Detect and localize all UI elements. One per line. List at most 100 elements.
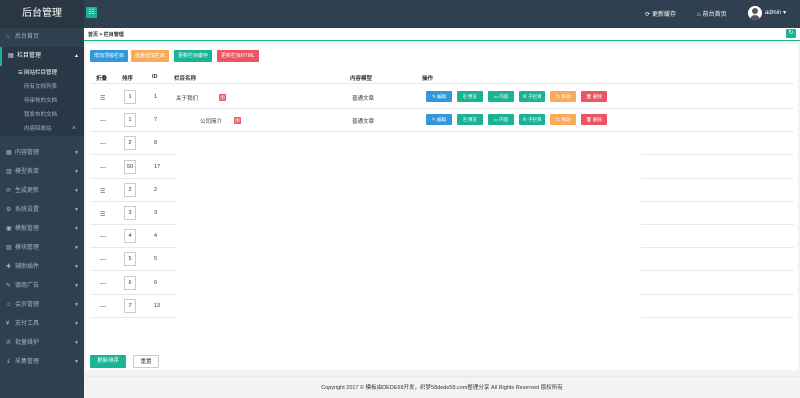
- sidebar-item[interactable]: ▦ 内容管理 ▼: [0, 144, 84, 163]
- sidebar-subitem[interactable]: 待审核的文档: [0, 94, 84, 108]
- col-id-header: ID: [152, 74, 158, 80]
- category-tag: 图: [219, 94, 226, 101]
- col-name-header: 栏目名称: [174, 76, 197, 82]
- category-id: 17: [154, 163, 161, 170]
- preview-button[interactable]: ⎘ 预览: [457, 114, 483, 126]
- home-icon: ⌂: [697, 12, 701, 18]
- col-model-header: 内容模型: [350, 76, 373, 82]
- sidebar-subitem[interactable]: 内容回收站 ×: [0, 122, 84, 136]
- sidebar-subitem[interactable]: ☰网站栏目管理: [0, 66, 84, 80]
- sidebar-item[interactable]: ▥ 模型表单 ▼: [0, 163, 84, 182]
- delete-button[interactable]: 🗑 删除: [581, 91, 607, 102]
- action-label: 内容: [499, 117, 509, 123]
- dash-icon[interactable]: —: [100, 165, 106, 171]
- expand-icon[interactable]: ☰: [100, 211, 105, 218]
- order-input[interactable]: 50: [124, 159, 136, 174]
- sidebar-item-label: 后台首页: [15, 34, 40, 40]
- chevron-down-icon: ▼: [74, 245, 79, 251]
- sidebar-item[interactable]: ¥ 支付工具 ▼: [0, 315, 84, 334]
- order-input[interactable]: 6: [124, 275, 136, 290]
- dash-icon[interactable]: —: [100, 234, 106, 240]
- preview-button[interactable]: ⎘ 预览: [457, 91, 483, 102]
- content-button[interactable]: ▭ 内容: [488, 91, 514, 102]
- dash-icon[interactable]: —: [100, 118, 106, 124]
- order-input[interactable]: 7: [124, 298, 136, 313]
- action-label: 编辑: [437, 94, 447, 99]
- category-name[interactable]: 公司简介: [200, 117, 222, 125]
- add-subcategory-button[interactable]: ⊕ 子栏目: [519, 91, 545, 102]
- update-category-html-button[interactable]: 更新栏目HTML: [217, 50, 259, 62]
- order-input[interactable]: 5: [124, 252, 136, 267]
- category-id: 3: [154, 210, 158, 216]
- sidebar-subitem[interactable]: 我发布的文档: [0, 108, 84, 122]
- avatar[interactable]: [748, 6, 762, 20]
- update-cache-link[interactable]: ⟳ 更新缓存: [645, 9, 676, 18]
- chevron-down-icon: ▼: [74, 169, 79, 175]
- dash-icon[interactable]: —: [100, 257, 106, 263]
- delete-icon: 🗑: [586, 117, 593, 123]
- sidebar-item[interactable]: ⚙ 系统设置 ▼: [0, 201, 84, 220]
- sidebar-item-label: 采集管理: [15, 359, 40, 365]
- order-input[interactable]: 1: [124, 113, 136, 128]
- update-order-button[interactable]: 更新排序: [90, 355, 126, 368]
- sidebar-item[interactable]: ☺ 会员管理 ▼: [0, 296, 84, 315]
- sidebar-item[interactable]: ✇ 批量维护 ▼: [0, 334, 84, 353]
- batch-add-category-button[interactable]: 批量增加栏目: [131, 50, 170, 62]
- content-button[interactable]: ▭ 内容: [488, 114, 514, 126]
- sidebar-subitem-label: 待审核的文档: [24, 98, 58, 104]
- chevron-down-icon: ▲: [74, 53, 79, 59]
- action-label: 子栏目: [528, 117, 542, 123]
- sidebar-subitem[interactable]: 所有文档列表: [0, 80, 84, 94]
- delete-button[interactable]: 🗑 删除: [581, 114, 607, 126]
- sidebar-item[interactable]: ⌂ 后台首页: [0, 28, 84, 47]
- chevron-down-icon: ▼: [74, 340, 79, 346]
- dash-icon[interactable]: —: [100, 304, 106, 310]
- category-id: 7: [154, 117, 158, 124]
- user-menu[interactable]: admin ▾: [765, 9, 786, 16]
- sidebar-item[interactable]: ⟳ 生成更新 ▼: [0, 182, 84, 201]
- edit-button[interactable]: ✎ 编辑: [426, 91, 452, 102]
- sidebar-item[interactable]: ✚ 辅助插件 ▼: [0, 258, 84, 277]
- wrench-icon: ✇: [6, 340, 12, 346]
- sidebar-item[interactable]: ▣ 模板管理 ▼: [0, 220, 84, 239]
- order-input[interactable]: 2: [124, 182, 136, 197]
- category-id: 6: [154, 279, 158, 286]
- category-name[interactable]: 关于我们: [176, 94, 198, 102]
- refresh-icon[interactable]: ↻: [786, 29, 796, 38]
- order-input[interactable]: 2: [124, 136, 136, 151]
- dash-icon[interactable]: —: [100, 281, 106, 287]
- action-label: 内容: [499, 94, 509, 99]
- col-actions-header: 操作: [422, 76, 434, 82]
- sidebar-item[interactable]: ▧ 模块管理 ▼: [0, 239, 84, 258]
- move-button[interactable]: ⇆ 移动: [550, 91, 576, 102]
- expand-icon[interactable]: ☰: [100, 188, 105, 195]
- edit-button[interactable]: ✎ 编辑: [426, 114, 452, 126]
- order-input[interactable]: 1: [124, 90, 136, 104]
- chevron-down-icon: ▼: [74, 302, 79, 308]
- add-top-category-button[interactable]: 增加顶级栏目: [90, 50, 129, 62]
- order-input[interactable]: 4: [124, 229, 136, 244]
- sidebar-item-label: 会员管理: [15, 302, 40, 308]
- sidebar-item[interactable]: ⇓ 采集管理 ▼: [0, 353, 84, 372]
- ad-icon: ✎: [6, 283, 12, 289]
- update-category-cache-button[interactable]: 更新栏目缓存: [174, 50, 213, 62]
- top-navbar: 后台管理 ☷ ⟳ 更新缓存 ⌂ 前台首页 admin ▾: [0, 0, 800, 28]
- sidebar-item[interactable]: ▤ 栏目管理 ▲: [0, 47, 84, 66]
- sidebar-subitem-label: 我发布的文档: [24, 112, 58, 118]
- expand-icon[interactable]: ☰: [100, 95, 105, 102]
- dash-icon[interactable]: —: [100, 141, 106, 147]
- col-collapse-header: 折叠: [96, 76, 108, 82]
- reset-button[interactable]: 重置: [133, 355, 159, 368]
- loading-overlay: [176, 137, 641, 367]
- move-button[interactable]: ⇆ 移动: [550, 114, 576, 126]
- sidebar-item[interactable]: ✎ 德商广告 ▼: [0, 277, 84, 296]
- close-icon[interactable]: ×: [72, 122, 76, 136]
- add-subcategory-button[interactable]: ⊕ 子栏目: [519, 114, 545, 126]
- site-home-link[interactable]: ⌂ 前台首页: [697, 9, 727, 18]
- action-label: 移动: [561, 94, 571, 99]
- sidebar-item-label: 生成更新: [15, 188, 40, 194]
- sidebar-item-label: 系统设置: [15, 207, 40, 213]
- sidebar-item-label: 支付工具: [15, 321, 40, 327]
- order-input[interactable]: 3: [124, 206, 136, 220]
- menu-toggle-icon[interactable]: ☷: [86, 7, 97, 18]
